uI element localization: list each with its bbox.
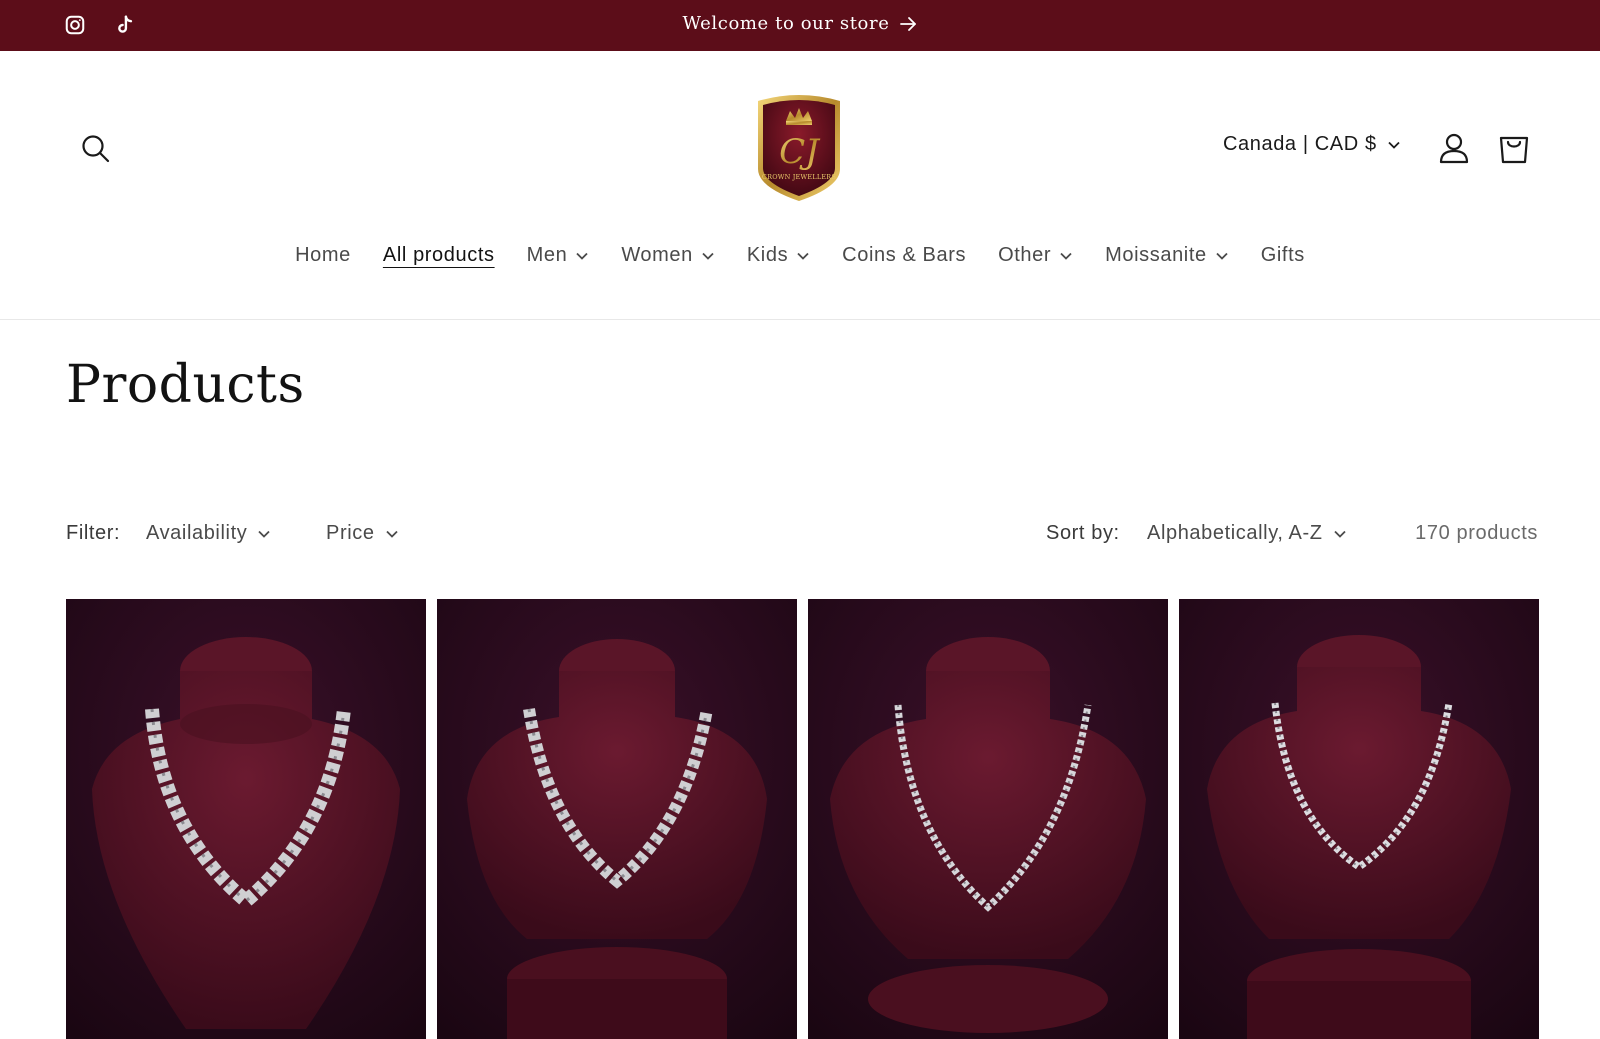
nav-item-gifts[interactable]: Gifts xyxy=(1245,244,1321,267)
price-filter-label: Price xyxy=(326,522,375,544)
account-button[interactable] xyxy=(1434,129,1474,169)
product-image xyxy=(437,599,797,1039)
sort-label: Sort by: xyxy=(1046,522,1120,544)
main-navigation: Home All products Men Women Kids Coins &… xyxy=(0,244,1600,267)
nav-label: Women xyxy=(621,244,693,266)
search-icon xyxy=(82,135,110,163)
price-filter-dropdown[interactable]: Price xyxy=(326,522,399,545)
filter-sort-bar: Filter: Availability Price Sort by: Alph… xyxy=(66,522,1538,552)
locale-value: Canada | CAD $ xyxy=(1223,133,1377,155)
chevron-down-icon xyxy=(797,252,809,260)
announcement-link[interactable]: Welcome to our store xyxy=(0,13,1600,37)
nav-label: Kids xyxy=(746,244,789,266)
product-grid xyxy=(66,599,1539,1039)
product-card[interactable] xyxy=(808,599,1168,1039)
nav-item-men[interactable]: Men xyxy=(511,244,606,267)
nav-item-other[interactable]: Other xyxy=(982,244,1089,267)
sort-value: Alphabetically, A-Z xyxy=(1147,522,1323,544)
nav-label: All products xyxy=(382,244,495,266)
chevron-down-icon xyxy=(1060,252,1072,260)
nav-item-all-products[interactable]: All products xyxy=(367,244,511,267)
availability-filter-dropdown[interactable]: Availability xyxy=(146,522,271,545)
cart-icon xyxy=(1499,136,1529,164)
product-image xyxy=(66,599,426,1039)
product-card[interactable] xyxy=(437,599,797,1039)
product-card[interactable] xyxy=(1179,599,1539,1039)
account-icon xyxy=(1439,133,1469,164)
crown-jewellers-logo: CJ CROWN JEWELLERS xyxy=(758,95,840,201)
nav-label: Other xyxy=(998,244,1052,266)
chevron-down-icon xyxy=(1388,141,1400,149)
nav-item-coins-bars[interactable]: Coins & Bars xyxy=(826,244,982,267)
search-button[interactable] xyxy=(78,131,114,167)
sort-select[interactable]: Alphabetically, A-Z xyxy=(1147,522,1347,545)
store-logo[interactable]: CJ CROWN JEWELLERS xyxy=(750,91,848,205)
product-image xyxy=(808,599,1168,1039)
country-currency-selector[interactable]: Canada | CAD $ xyxy=(1223,133,1401,156)
availability-filter-label: Availability xyxy=(146,522,248,544)
announcement-text: Welcome to our store xyxy=(682,13,890,34)
chevron-down-icon xyxy=(258,530,270,538)
nav-label: Home xyxy=(295,244,351,266)
product-count: 170 products xyxy=(1415,522,1538,544)
nav-item-moissanite[interactable]: Moissanite xyxy=(1089,244,1245,267)
nav-item-kids[interactable]: Kids xyxy=(731,244,826,267)
nav-item-home[interactable]: Home xyxy=(279,244,367,267)
product-card[interactable] xyxy=(66,599,426,1039)
nav-label: Coins & Bars xyxy=(842,244,967,266)
chevron-down-icon xyxy=(1333,530,1346,538)
site-header: CJ CROWN JEWELLERS Canada | CAD $ Home A… xyxy=(0,51,1600,320)
nav-item-women[interactable]: Women xyxy=(605,244,731,267)
nav-label: Moissanite xyxy=(1105,244,1207,266)
announcement-bar: Welcome to our store xyxy=(0,0,1600,51)
svg-text:CROWN JEWELLERS: CROWN JEWELLERS xyxy=(762,173,836,181)
svg-text:CJ: CJ xyxy=(779,132,821,172)
chevron-down-icon xyxy=(385,530,398,538)
chevron-down-icon xyxy=(576,252,588,260)
nav-label: Men xyxy=(526,244,568,266)
chevron-down-icon xyxy=(702,252,714,260)
chevron-down-icon xyxy=(1216,252,1228,260)
cart-button[interactable] xyxy=(1494,129,1534,169)
page-title: Products xyxy=(66,355,305,415)
nav-label: Gifts xyxy=(1260,244,1305,266)
arrow-right-icon xyxy=(899,16,917,37)
product-image xyxy=(1179,599,1539,1039)
filter-label: Filter: xyxy=(66,522,121,544)
